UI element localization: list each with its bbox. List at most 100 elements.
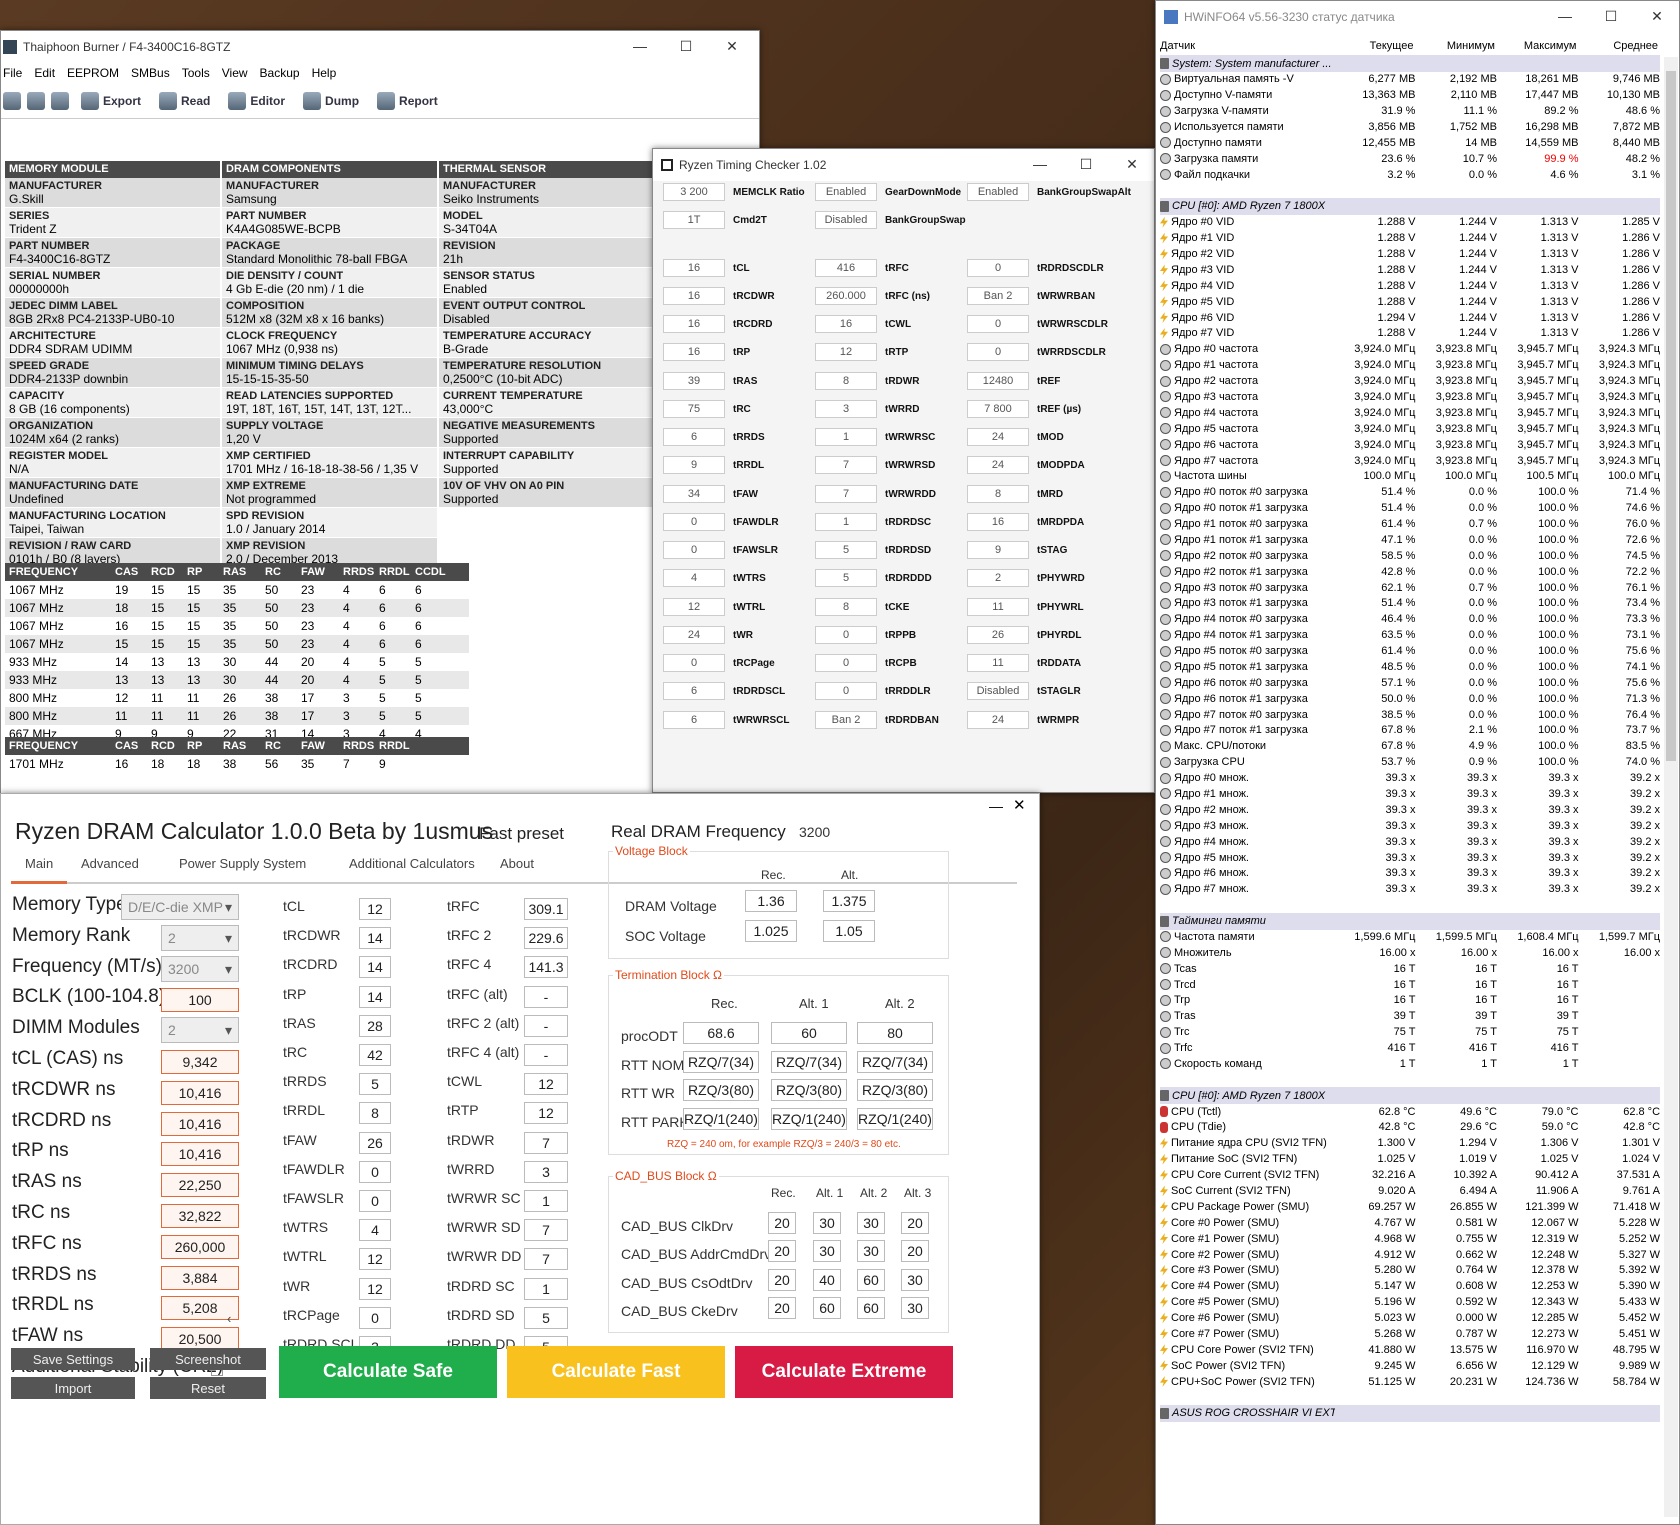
sensor-row[interactable]: Ядро #1 частота 3,924.0 МГц 3,923.8 МГц 3,9… bbox=[1160, 357, 1660, 374]
sensor-row[interactable]: CPU (Tdie) 42.8 °C 29.6 °C 59.0 °C 42.8 °C bbox=[1160, 1119, 1660, 1136]
param-value[interactable]: 10,416 bbox=[161, 1080, 239, 1105]
column-header[interactable]: Максимум bbox=[1497, 40, 1579, 52]
timing-value[interactable]: 0 bbox=[663, 541, 725, 559]
termination-value[interactable]: RZQ/7(34) bbox=[683, 1050, 759, 1073]
sensor-row[interactable]: Частота шины 100.0 МГц 100.0 МГц 100.5 МГц 1… bbox=[1160, 468, 1660, 485]
sensor-row[interactable]: Загрузка V-памяти 31.9 % 11.1 % 89.2 % 48.6 … bbox=[1160, 103, 1660, 120]
sensor-row[interactable]: Trcd 16 T 16 T 16 T bbox=[1160, 976, 1660, 993]
sensor-row[interactable]: CPU (Tctl) 62.8 °C 49.6 °C 79.0 °C 62.8 °C bbox=[1160, 1103, 1660, 1120]
sensor-row[interactable]: Ядро #2 поток #0 загрузка 58.5 % 0.0 % 100.… bbox=[1160, 547, 1660, 564]
sensor-row[interactable]: Ядро #3 поток #1 загрузка 51.4 % 0.0 % 100.… bbox=[1160, 595, 1660, 612]
toolbar-button[interactable]: Dump bbox=[297, 88, 365, 114]
sensor-row[interactable]: Питание SoC (SVI2 TFN) 1.025 V 1.019 V 1.02… bbox=[1160, 1151, 1660, 1168]
screenshot-button[interactable]: Screenshot bbox=[150, 1348, 266, 1370]
column-header[interactable]: Датчик bbox=[1160, 40, 1334, 52]
termination-value[interactable]: RZQ/1(240) bbox=[857, 1107, 933, 1130]
sensor-row[interactable]: Tcas 16 T 16 T 16 T bbox=[1160, 960, 1660, 977]
sensor-row[interactable]: Ядро #6 поток #0 загрузка 57.1 % 0.0 % 100.… bbox=[1160, 674, 1660, 691]
timing-value[interactable]: 7 800 bbox=[967, 400, 1029, 418]
sensor-row[interactable]: Макс. CPU/потоки 67.8 % 4.9 % 100.0 % 83.5 % bbox=[1160, 738, 1660, 755]
param-value[interactable]: 3,884 bbox=[161, 1265, 239, 1290]
sensor-row[interactable]: Ядро #5 частота 3,924.0 МГц 3,923.8 МГц 3,9… bbox=[1160, 420, 1660, 437]
timing-value[interactable]: 0 bbox=[967, 259, 1029, 277]
sensor-group-header[interactable]: CPU [#0]: AMD Ryzen 7 1800X bbox=[1160, 197, 1660, 215]
sensor-row[interactable]: Ядро #7 поток #1 загрузка 67.8 % 2.1 % 100.… bbox=[1160, 722, 1660, 739]
timing-value[interactable]: Ban 2 bbox=[815, 711, 877, 729]
rtc-titlebar[interactable]: Ryzen Timing Checker 1.02 — ☐ ✕ bbox=[653, 149, 1154, 181]
param-value[interactable]: 32,822 bbox=[161, 1204, 239, 1228]
sensor-row[interactable]: CPU Core Power (SVI2 TFN) 41.880 W 13.575 … bbox=[1160, 1341, 1660, 1358]
timing-value[interactable]: 8 bbox=[359, 1102, 391, 1125]
timing-value[interactable]: 8 bbox=[967, 485, 1029, 503]
sensor-row[interactable]: Core #6 Power (SMU) 5.023 W 0.000 W 12.285 … bbox=[1160, 1310, 1660, 1327]
timing-value[interactable]: 0 bbox=[967, 343, 1029, 361]
timing-value[interactable]: 11 bbox=[967, 598, 1029, 616]
sensor-row[interactable]: Core #4 Power (SMU) 5.147 W 0.608 W 12.253 … bbox=[1160, 1278, 1660, 1295]
table-row[interactable]: 800 MHz 11 11 11 26 38 17 3 5 5 bbox=[5, 707, 469, 725]
timing-value[interactable]: 12 bbox=[359, 1248, 391, 1271]
timing-value[interactable]: Disabled bbox=[967, 682, 1029, 700]
cad-bus-value[interactable]: 30 bbox=[813, 1212, 841, 1234]
timing-value[interactable]: - bbox=[524, 1044, 568, 1066]
toolbar-button[interactable]: Report bbox=[371, 88, 444, 114]
timing-value[interactable]: 416 bbox=[815, 259, 877, 277]
sensor-row[interactable]: Ядро #3 VID 1.288 V 1.244 V 1.313 V 1.286 V bbox=[1160, 261, 1660, 278]
voltage-alt-value[interactable]: 1.375 bbox=[823, 890, 875, 912]
timing-value[interactable]: 3 bbox=[815, 400, 877, 418]
sensor-row[interactable]: Core #0 Power (SMU) 4.767 W 0.581 W 12.067 … bbox=[1160, 1214, 1660, 1231]
sensor-row[interactable]: Ядро #6 VID 1.294 V 1.244 V 1.313 V 1.286 V bbox=[1160, 309, 1660, 326]
timing-value[interactable]: 1 bbox=[524, 1277, 568, 1300]
voltage-alt-value[interactable]: 1.05 bbox=[823, 920, 875, 942]
sensor-group-header[interactable]: ASUS ROG CROSSHAIR VI EXT... bbox=[1160, 1404, 1660, 1422]
termination-value[interactable]: RZQ/1(240) bbox=[683, 1107, 759, 1130]
timing-value[interactable]: Enabled bbox=[815, 183, 877, 201]
menu-item[interactable]: Edit bbox=[34, 66, 55, 80]
calculate-extreme-button[interactable]: Calculate Extreme bbox=[735, 1346, 953, 1398]
timing-value[interactable]: 75 bbox=[663, 400, 725, 418]
table-row[interactable]: 1701 MHz 16 18 18 38 56 35 7 9 bbox=[5, 755, 469, 773]
timing-value[interactable]: 5 bbox=[815, 569, 877, 587]
timing-value[interactable]: 141.3 bbox=[524, 956, 568, 979]
sensor-row[interactable]: SoC Current (SVI2 TFN) 9.020 A 6.494 A 11.9… bbox=[1160, 1182, 1660, 1199]
timing-value[interactable]: 0 bbox=[359, 1306, 391, 1329]
sensor-row[interactable]: CPU Package Power (SMU) 69.257 W 26.855 W 1… bbox=[1160, 1198, 1660, 1215]
sensor-row[interactable]: Ядро #0 множ. 39.3 x 39.3 x 39.3 x 39.2 x bbox=[1160, 770, 1660, 787]
sensor-row[interactable]: Ядро #3 множ. 39.3 x 39.3 x 39.3 x 39.2 x bbox=[1160, 817, 1660, 834]
sensor-group-header[interactable]: CPU [#0]: AMD Ryzen 7 1800X bbox=[1160, 1087, 1660, 1105]
timing-value[interactable]: 28 bbox=[359, 1014, 391, 1037]
timing-value[interactable]: 0 bbox=[815, 654, 877, 672]
timing-value[interactable]: 2 bbox=[967, 569, 1029, 587]
sensor-row[interactable]: Загрузка CPU 53.7 % 0.9 % 100.0 % 74.0 % bbox=[1160, 754, 1660, 771]
sensor-row[interactable]: Ядро #7 множ. 39.3 x 39.3 x 39.3 x 39.2 x bbox=[1160, 881, 1660, 898]
termination-value[interactable]: RZQ/3(80) bbox=[857, 1079, 933, 1101]
timing-value[interactable]: 7 bbox=[524, 1248, 568, 1271]
sensor-row[interactable]: Ядро #7 VID 1.288 V 1.244 V 1.313 V 1.286 V bbox=[1160, 325, 1660, 342]
timing-value[interactable]: 0 bbox=[359, 1160, 391, 1183]
maximize-icon[interactable]: ☐ bbox=[1063, 149, 1109, 179]
sensor-row[interactable]: Файл подкачки 3.2 % 0.0 % 4.6 % 3.1 % bbox=[1160, 166, 1660, 183]
hwinfo-titlebar[interactable]: HWiNFO64 v5.56-3230 статус датчика — ☐ ✕ bbox=[1156, 1, 1679, 33]
toolbar-button[interactable]: Editor bbox=[222, 88, 291, 114]
termination-value[interactable]: RZQ/7(34) bbox=[771, 1050, 847, 1073]
termination-value[interactable]: RZQ/7(34) bbox=[857, 1050, 933, 1073]
menu-item[interactable]: Backup bbox=[260, 66, 300, 80]
calculate-safe-button[interactable]: Calculate Safe bbox=[279, 1346, 497, 1398]
scrollbar-thumb[interactable] bbox=[1666, 71, 1676, 761]
sensor-row[interactable]: Ядро #4 частота 3,924.0 МГц 3,923.8 МГц 3,9… bbox=[1160, 404, 1660, 421]
timing-value[interactable]: 309.1 bbox=[524, 898, 568, 920]
sensor-row[interactable]: Tras 39 T 39 T 39 T bbox=[1160, 1008, 1660, 1025]
timing-value[interactable]: 24 bbox=[967, 456, 1029, 474]
sensor-row[interactable]: Ядро #6 частота 3,924.0 МГц 3,923.8 МГц 3,9… bbox=[1160, 436, 1660, 453]
menu-item[interactable]: View bbox=[222, 66, 248, 80]
sensor-row[interactable]: Ядро #2 VID 1.288 V 1.244 V 1.313 V 1.286 V bbox=[1160, 246, 1660, 263]
timing-value[interactable]: Ban 2 bbox=[967, 287, 1029, 305]
param-dropdown[interactable]: 3200 bbox=[161, 955, 239, 982]
sensor-row[interactable]: Ядро #4 VID 1.288 V 1.244 V 1.313 V 1.286 V bbox=[1160, 277, 1660, 294]
minimize-icon[interactable]: — bbox=[1542, 1, 1588, 31]
close-icon[interactable]: ✕ bbox=[709, 31, 755, 61]
sensor-row[interactable]: Ядро #1 поток #0 загрузка 61.4 % 0.7 % 100.… bbox=[1160, 516, 1660, 533]
reset-button[interactable]: Reset bbox=[150, 1377, 266, 1399]
minimize-icon[interactable]: — bbox=[617, 31, 663, 61]
param-value[interactable]: 9,342 bbox=[161, 1050, 239, 1074]
cad-bus-value[interactable]: 20 bbox=[768, 1296, 796, 1319]
